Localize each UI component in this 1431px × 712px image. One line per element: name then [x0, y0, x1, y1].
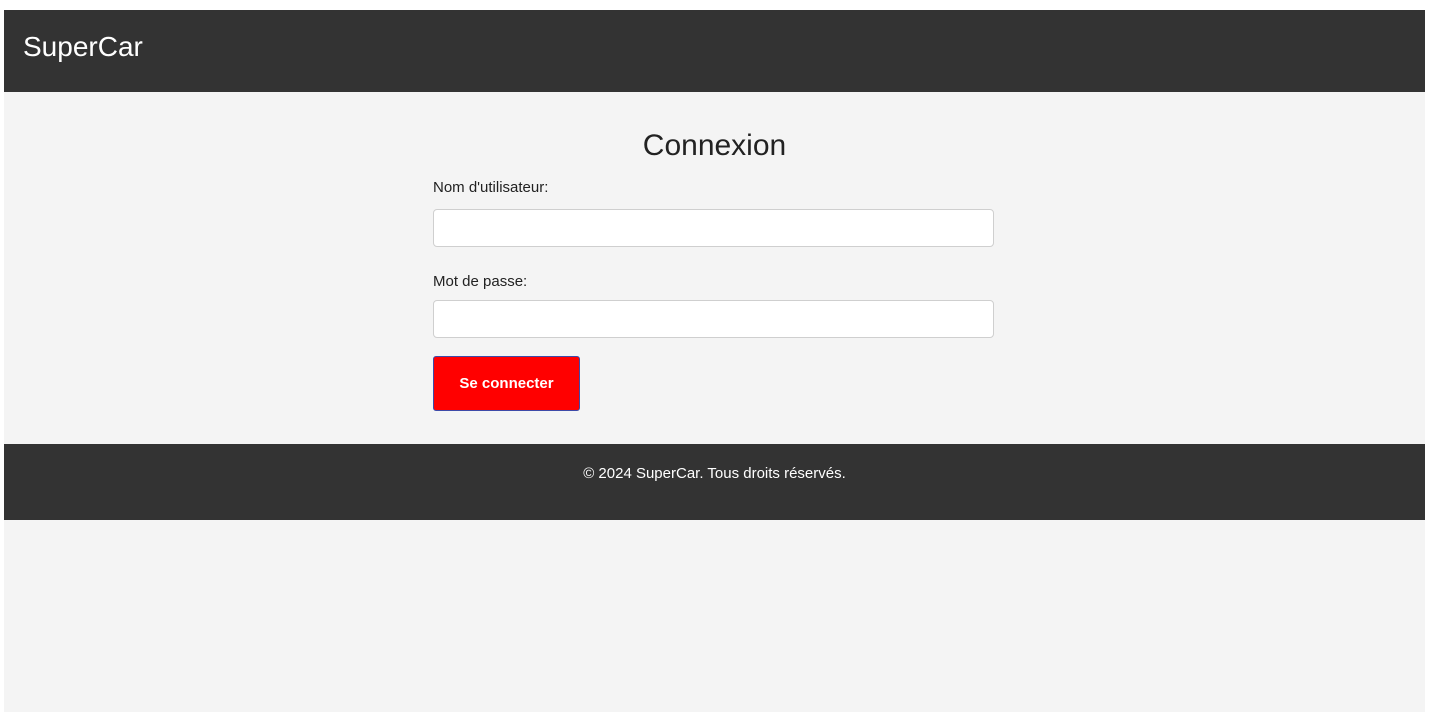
site-footer: © 2024 SuperCar. Tous droits réservés. [4, 444, 1425, 520]
page-title: Connexion [642, 129, 787, 162]
username-input[interactable] [433, 209, 994, 247]
brand-logo[interactable]: SuperCar [23, 30, 143, 64]
page: SuperCar Connexion Nom d'utilisateur: Mo… [4, 10, 1425, 712]
login-section: Connexion Nom d'utilisateur: Mot de pass… [433, 92, 996, 444]
username-label: Nom d'utilisateur: [433, 179, 549, 196]
login-button[interactable]: Se connecter [433, 356, 580, 411]
site-header: SuperCar [4, 10, 1425, 92]
copyright-text: © 2024 SuperCar. Tous droits réservés. [583, 465, 846, 482]
password-label: Mot de passe: [433, 273, 528, 290]
password-input[interactable] [433, 300, 994, 338]
